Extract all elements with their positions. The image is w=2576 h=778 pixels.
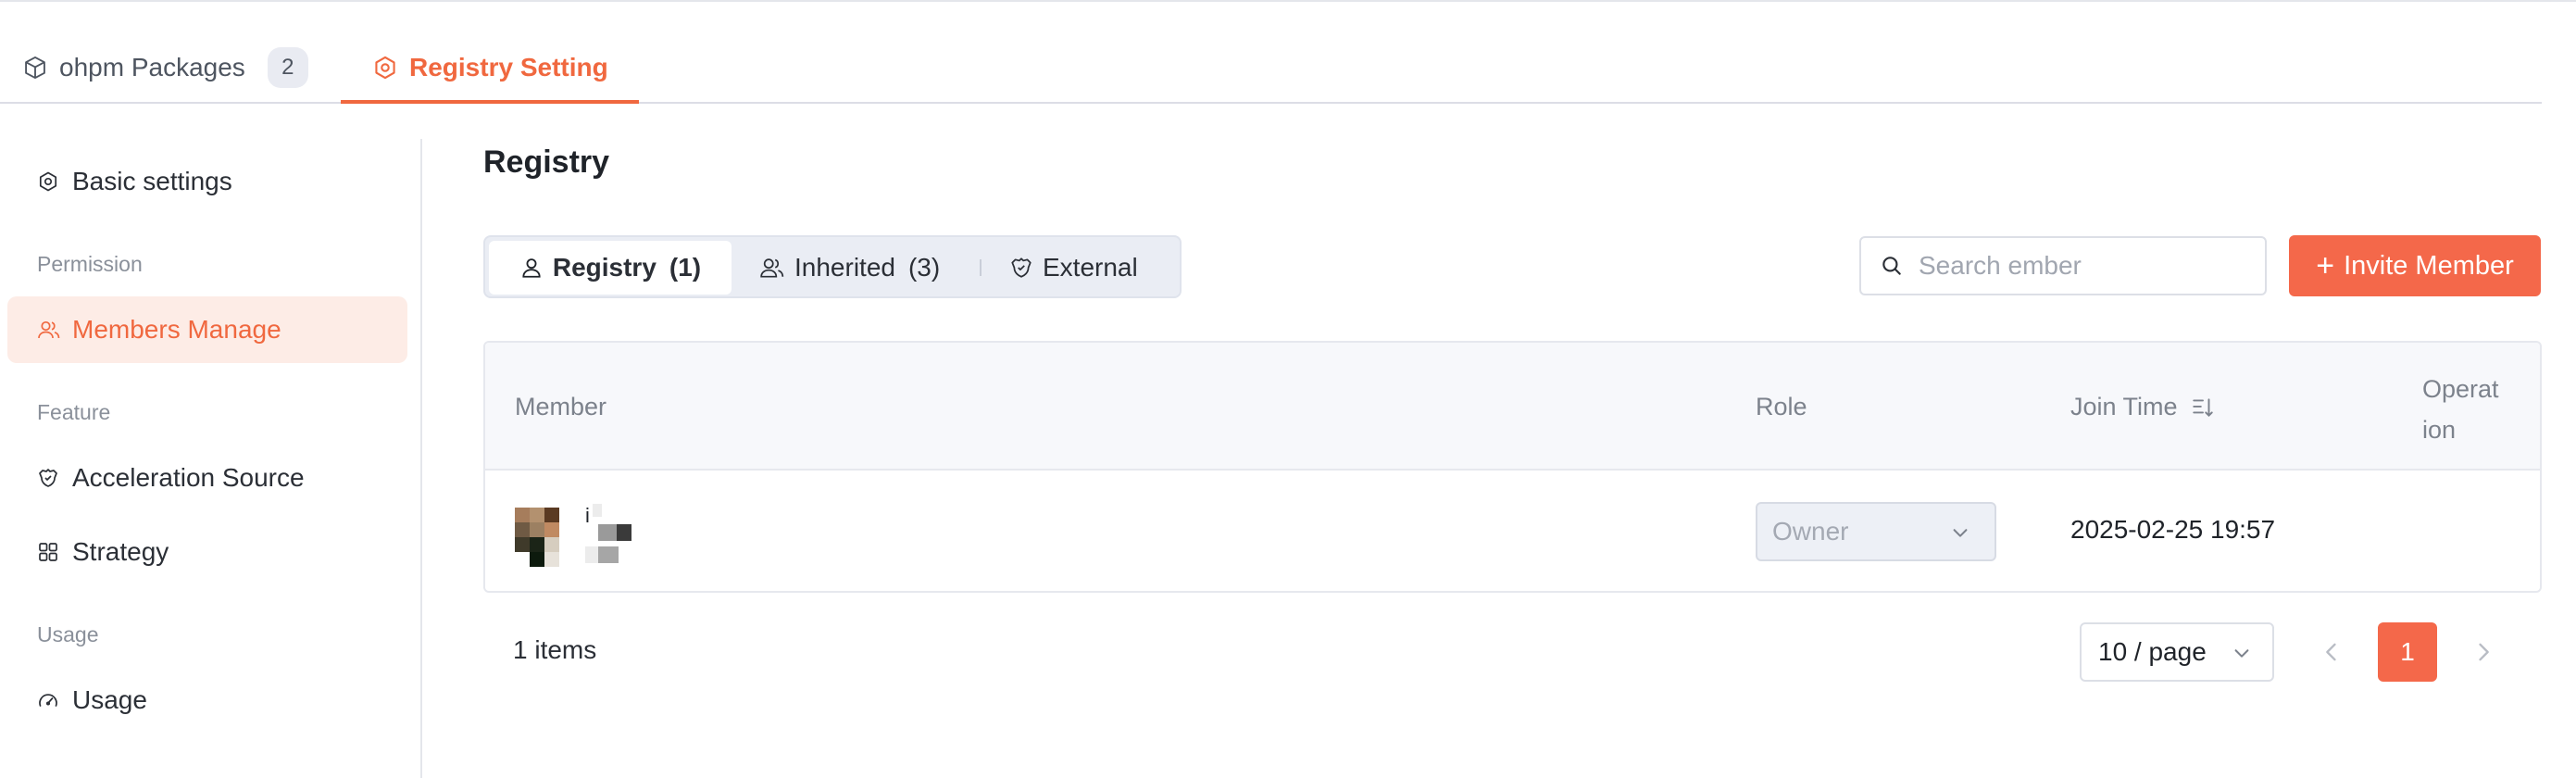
previous-page-button[interactable] — [2319, 635, 2345, 669]
plus-icon: + — [2316, 248, 2335, 283]
user-icon — [519, 256, 544, 280]
search-member-input[interactable] — [1919, 251, 2252, 281]
sidebar: Basic settings Permission Members Manage… — [0, 139, 422, 778]
column-header-join-time[interactable]: Join Time — [2070, 393, 2215, 421]
users-icon — [759, 256, 785, 280]
sidebar-item-label: Usage — [72, 685, 147, 714]
top-border — [0, 0, 2576, 2]
column-header-member: Member — [515, 393, 607, 420]
pixel-block — [598, 546, 619, 563]
search-icon — [1880, 254, 1904, 278]
column-header-role: Role — [1756, 393, 1807, 420]
segment-inherited[interactable]: Inherited (3) — [759, 241, 940, 295]
segment-registry-label: Registry — [552, 253, 657, 282]
invite-member-label: Invite Member — [2344, 250, 2514, 281]
segment-divider — [980, 259, 982, 276]
tab-registry-setting-label: Registry Setting — [409, 53, 608, 82]
role-select-value: Owner — [1772, 517, 1849, 546]
packages-count-badge: 2 — [267, 47, 308, 88]
pixel-block — [585, 546, 598, 563]
segment-inherited-count: (3) — [907, 253, 941, 282]
segment-inherited-label: Inherited — [794, 253, 895, 282]
grid-icon — [37, 541, 65, 563]
chevron-down-icon — [1950, 522, 1970, 543]
segment-external[interactable]: External — [1009, 241, 1138, 295]
sidebar-item-label: Acceleration Source — [72, 463, 305, 492]
sidebar-item-label: Strategy — [72, 537, 169, 566]
segment-registry-count: (1) — [669, 253, 702, 282]
sidebar-group-usage: Usage — [37, 622, 99, 646]
pixel-block — [593, 504, 602, 517]
members-table: Member Role Join Time Operat ion i Owner — [483, 341, 2542, 593]
sidebar-item-strategy[interactable]: Strategy — [7, 519, 407, 585]
join-time-value: 2025-02-25 19:57 — [2070, 515, 2276, 544]
column-header-operation: Operat ion — [2422, 375, 2499, 444]
tab-ohpm-packages-label: ohpm Packages — [59, 53, 245, 82]
segment-external-label: External — [1043, 253, 1138, 282]
pixel-block — [617, 524, 631, 541]
sidebar-item-members-manage[interactable]: Members Manage — [7, 296, 407, 363]
page-size-select[interactable]: 10 / page — [2080, 622, 2274, 682]
member-name-redacted: i — [585, 504, 641, 571]
sort-icon[interactable] — [2191, 395, 2215, 420]
pixel-block — [598, 524, 617, 541]
tab-ohpm-packages[interactable]: ohpm Packages 2 — [22, 33, 308, 102]
table-row: i Owner 2025-02-25 19:57 — [485, 471, 2540, 591]
total-items-count: 1 items — [513, 635, 597, 664]
sidebar-item-basic-settings[interactable]: Basic settings — [7, 148, 407, 215]
tab-registry-setting[interactable]: Registry Setting — [341, 33, 639, 104]
segment-registry[interactable]: Registry (1) — [489, 241, 732, 295]
top-tab-bar: ohpm Packages 2 Registry Setting — [0, 33, 2542, 104]
sidebar-item-label: Members Manage — [72, 315, 281, 344]
table-header: Member Role Join Time Operat ion — [485, 343, 2540, 471]
gear-hexagon-icon — [37, 170, 65, 193]
sidebar-group-feature: Feature — [37, 400, 111, 424]
page-number-current[interactable]: 1 — [2378, 622, 2437, 682]
sidebar-item-usage[interactable]: Usage — [7, 667, 407, 734]
gear-hexagon-icon — [372, 55, 398, 81]
package-cube-icon — [22, 55, 48, 81]
shield-icon — [37, 467, 65, 489]
shield-icon — [1009, 256, 1033, 280]
users-icon — [37, 319, 65, 341]
next-page-button[interactable] — [2470, 635, 2496, 669]
chevron-down-icon — [2232, 643, 2252, 663]
sidebar-group-permission: Permission — [37, 252, 143, 276]
role-select[interactable]: Owner — [1756, 502, 1996, 561]
column-header-join-time-label: Join Time — [2070, 393, 2178, 420]
search-box — [1859, 236, 2267, 295]
member-name-text: i — [585, 504, 590, 527]
invite-member-button[interactable]: + Invite Member — [2289, 235, 2541, 296]
avatar — [515, 508, 574, 567]
page-title: Registry — [483, 144, 610, 180]
page-size-value: 10 / page — [2098, 637, 2207, 666]
sidebar-item-acceleration-source[interactable]: Acceleration Source — [7, 445, 407, 511]
gauge-icon — [37, 689, 65, 711]
member-source-segmented-control: Registry (1) Inherited (3) External — [483, 235, 1182, 298]
sidebar-item-label: Basic settings — [72, 167, 232, 195]
